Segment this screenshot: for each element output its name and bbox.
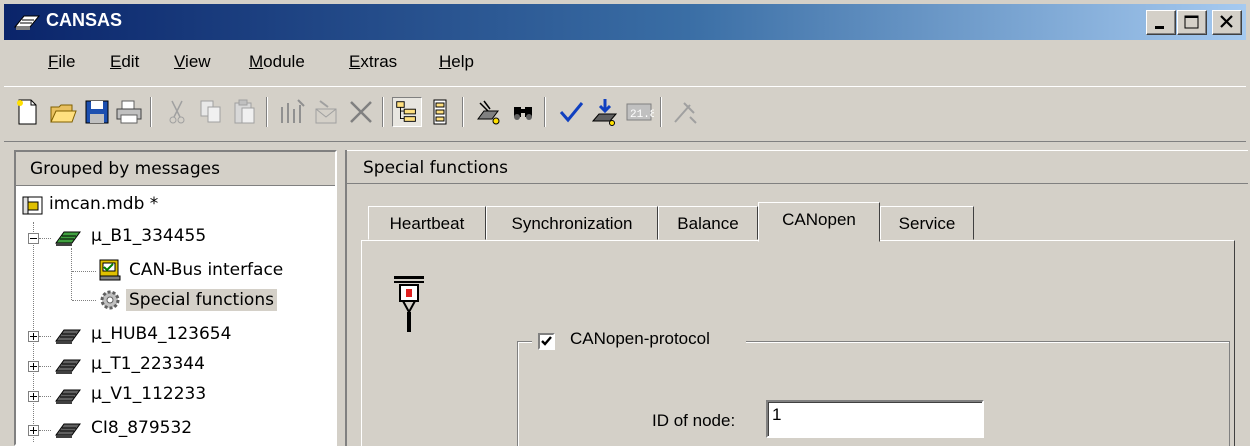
- expand-toggle[interactable]: [28, 425, 39, 436]
- download-icon[interactable]: [590, 97, 620, 127]
- add-module-icon[interactable]: [278, 97, 308, 127]
- tree-item-module[interactable]: µ_HUB4_123654: [16, 320, 335, 350]
- delete-icon[interactable]: [346, 97, 376, 127]
- tab-balance[interactable]: Balance: [658, 206, 758, 240]
- import-icon[interactable]: [312, 97, 342, 127]
- toolbar-separator: [660, 97, 662, 127]
- main-window: CANSAS File Edit View Module Extras Help: [0, 0, 1250, 446]
- menu-help[interactable]: Help: [439, 52, 474, 72]
- menu-bar: File Edit View Module Extras Help: [4, 42, 1246, 82]
- binoculars-icon[interactable]: [508, 97, 538, 127]
- canopen-node-icon: [394, 276, 424, 332]
- expand-toggle[interactable]: [28, 391, 39, 402]
- toolbar-separator: [462, 97, 464, 127]
- tree-line: [39, 336, 51, 338]
- module-icon: [55, 329, 81, 344]
- toolbar: 21.8: [4, 86, 1246, 142]
- close-icon: [1220, 15, 1233, 28]
- canopen-protocol-checkbox[interactable]: CANopen-protocol x: [532, 328, 747, 356]
- check-mark-icon: [541, 336, 552, 346]
- menu-module[interactable]: Module: [249, 52, 305, 72]
- new-file-icon[interactable]: [12, 97, 42, 127]
- title-bar[interactable]: CANSAS: [4, 4, 1246, 40]
- close-button[interactable]: [1212, 10, 1242, 35]
- tab-synchronization[interactable]: Synchronization: [486, 206, 658, 240]
- tree-line: [39, 238, 51, 240]
- node-id-input[interactable]: 1: [766, 400, 984, 438]
- paste-icon[interactable]: [230, 97, 260, 127]
- module-icon: [55, 389, 81, 404]
- tree-item-module[interactable]: µ_B1_334455: [16, 222, 335, 252]
- tree-item-module[interactable]: µ_T1_223344: [16, 350, 335, 380]
- disabled-tool-icon[interactable]: [670, 97, 700, 127]
- window-title: CANSAS: [46, 10, 123, 30]
- check-icon[interactable]: [556, 97, 586, 127]
- collapse-toggle[interactable]: [28, 233, 39, 244]
- module-icon: [55, 423, 81, 438]
- menu-view[interactable]: View: [174, 52, 211, 72]
- menu-extras[interactable]: Extras: [349, 52, 397, 72]
- svg-text:21.8: 21.8: [630, 109, 654, 121]
- tab-heartbeat[interactable]: Heartbeat: [368, 206, 486, 240]
- tree-panel-header: Grouped by messages: [16, 152, 335, 186]
- tree-line: [39, 430, 51, 432]
- tree-view-icon[interactable]: [392, 97, 422, 127]
- maximize-button[interactable]: [1177, 10, 1207, 35]
- app-icon: [13, 15, 41, 30]
- tab-canopen[interactable]: CANopen: [758, 202, 880, 242]
- checkbox-box[interactable]: [538, 333, 555, 350]
- can-bus-icon: [99, 259, 121, 281]
- menu-file[interactable]: File: [48, 52, 75, 72]
- minimize-icon: [1155, 26, 1164, 29]
- details-panel-header: Special functions: [347, 150, 1248, 184]
- tree-item-module[interactable]: µ_V1_112233: [16, 380, 335, 410]
- minimize-button[interactable]: [1146, 10, 1176, 35]
- tab-service[interactable]: Service: [880, 206, 974, 240]
- toolbar-separator: [266, 97, 268, 127]
- display-icon[interactable]: 21.8: [624, 97, 654, 127]
- gear-icon: [100, 290, 120, 310]
- tree-item-special-functions[interactable]: Special functions: [16, 286, 335, 316]
- list-view-icon[interactable]: [426, 97, 456, 127]
- tree-item-root[interactable]: imcan.mdb *: [16, 190, 335, 220]
- save-icon[interactable]: [82, 97, 112, 127]
- tree-panel: Grouped by messages imcan.mdb * µ_B1_334…: [14, 150, 337, 446]
- tree-item-can-bus[interactable]: CAN-Bus interface: [16, 256, 335, 286]
- menu-edit[interactable]: Edit: [110, 52, 139, 72]
- open-folder-icon[interactable]: [48, 97, 78, 127]
- copy-icon[interactable]: [196, 97, 226, 127]
- toolbar-separator: [382, 97, 384, 127]
- toolbar-separator: [150, 97, 152, 127]
- print-icon[interactable]: [114, 97, 144, 127]
- node-id-label: ID of node:: [652, 411, 736, 430]
- tree-line: [39, 396, 51, 398]
- splitter[interactable]: [337, 150, 345, 446]
- expand-toggle[interactable]: [28, 331, 39, 342]
- expand-toggle[interactable]: [28, 361, 39, 372]
- module-icon: [55, 359, 81, 374]
- toolbar-separator: [544, 97, 546, 127]
- maximize-icon: [1184, 15, 1199, 29]
- module-icon: [55, 231, 81, 246]
- tree-item-module[interactable]: CI8_879532: [16, 414, 335, 444]
- cut-icon[interactable]: [162, 97, 192, 127]
- tree-line: [39, 366, 51, 368]
- database-icon: [22, 196, 43, 215]
- find-module-icon[interactable]: [474, 97, 504, 127]
